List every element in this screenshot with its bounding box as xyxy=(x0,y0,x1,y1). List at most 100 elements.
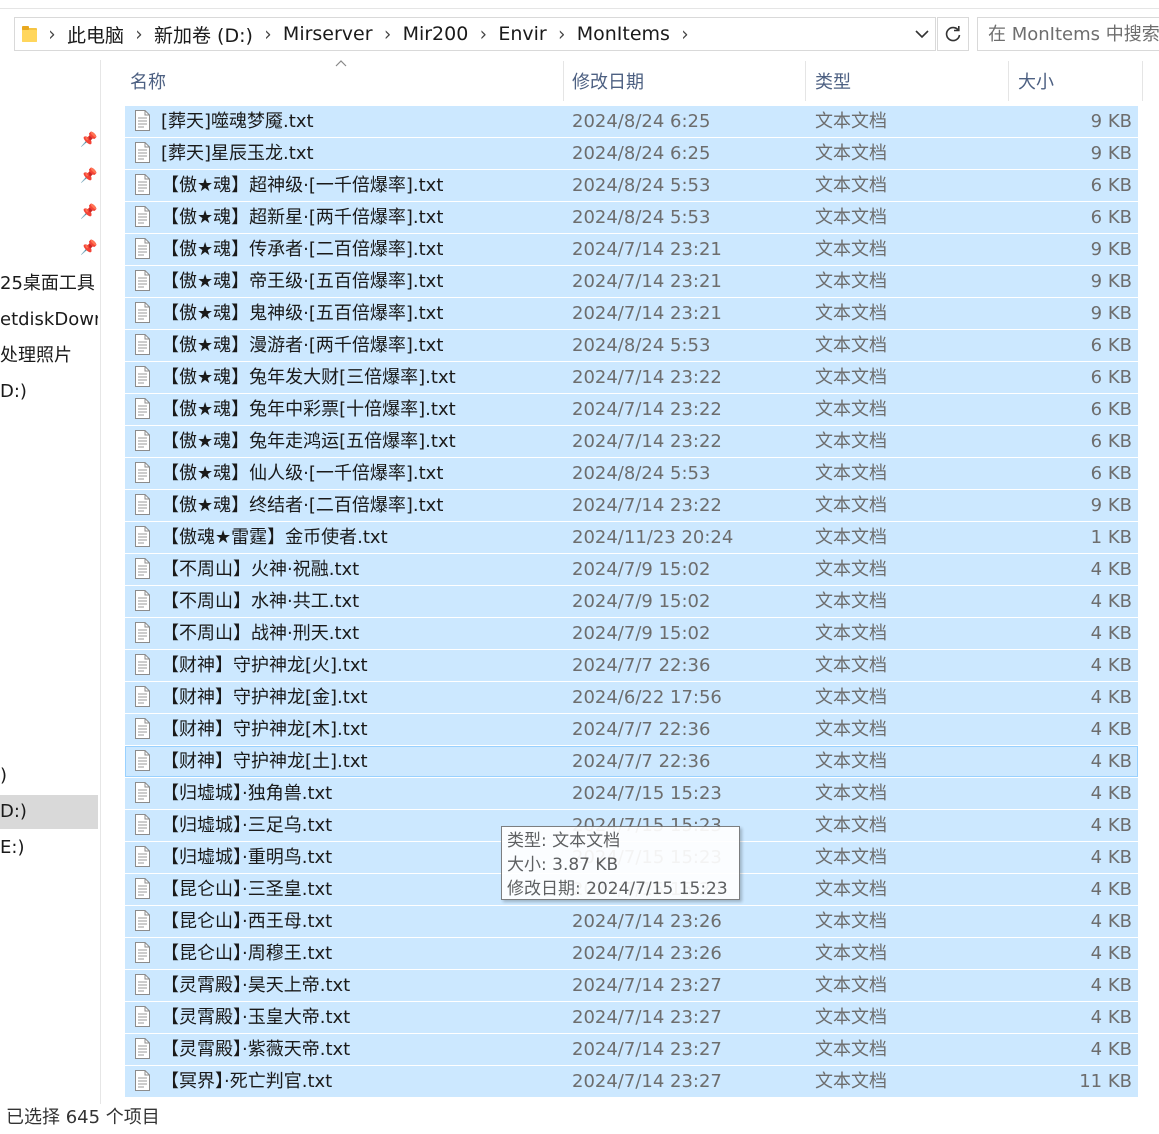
file-row[interactable]: 【傲★魂】兔年发大财[三倍爆率].txt 2024/7/14 23:22 文本文档 6… xyxy=(125,362,1138,393)
column-header-date[interactable]: 修改日期 xyxy=(572,61,802,101)
file-row[interactable]: 【财神】守护神龙[木].txt 2024/7/7 22:36 文本文档 4 KB xyxy=(125,714,1138,745)
file-row[interactable]: 【傲★魂】传承者·[二百倍爆率].txt 2024/7/14 23:21 文本文档 9… xyxy=(125,234,1138,265)
file-name: 【灵霄殿】·昊天上帝.txt xyxy=(161,975,351,996)
breadcrumb-envir[interactable]: Envir xyxy=(498,23,546,45)
file-row[interactable]: 【不周山】战神·刑天.txt 2024/7/9 15:02 文本文档 4 KB xyxy=(125,618,1138,649)
file-type: 文本文档 xyxy=(815,335,887,356)
column-divider[interactable] xyxy=(1142,61,1143,101)
text-file-icon xyxy=(135,654,150,675)
file-name: 【昆仑山】·周穆王.txt xyxy=(161,943,333,964)
file-row[interactable]: 【昆仑山】·周穆王.txt 2024/7/14 23:26 文本文档 4 KB xyxy=(125,938,1138,969)
file-size: 4 KB xyxy=(1090,559,1132,580)
chevron-right-icon[interactable]: › xyxy=(547,22,577,45)
file-size: 4 KB xyxy=(1090,719,1132,740)
file-info-tooltip: 类型: 文本文档 大小: 3.87 KB 修改日期: 2024/7/15 15:… xyxy=(501,826,740,900)
file-modified-date: 2024/7/9 15:02 xyxy=(572,623,711,644)
file-row[interactable]: 【财神】守护神龙[金].txt 2024/6/22 17:56 文本文档 4 KB xyxy=(125,682,1138,713)
text-file-icon xyxy=(135,334,150,355)
address-history-dropdown[interactable] xyxy=(911,18,933,50)
file-row[interactable]: 【傲★魂】超新星·[两千倍爆率].txt 2024/8/24 5:53 文本文档 6 … xyxy=(125,202,1138,233)
file-row[interactable]: 【傲★魂】超神级·[一千倍爆率].txt 2024/8/24 5:53 文本文档 6 … xyxy=(125,170,1138,201)
file-type: 文本文档 xyxy=(815,879,887,900)
file-row[interactable]: 【傲★魂】漫游者·[两千倍爆率].txt 2024/8/24 5:53 文本文档 6 … xyxy=(125,330,1138,361)
column-header-size[interactable]: 大小 xyxy=(1018,61,1138,101)
search-input[interactable] xyxy=(978,18,1159,50)
file-row[interactable]: 【傲★魂】终结者·[二百倍爆率].txt 2024/7/14 23:22 文本文档 9… xyxy=(125,490,1138,521)
file-modified-date: 2024/7/14 23:21 xyxy=(572,239,722,260)
file-row[interactable]: 【傲★魂】鬼神级·[五百倍爆率].txt 2024/7/14 23:21 文本文档 9… xyxy=(125,298,1138,329)
file-row[interactable]: 【傲★魂】仙人级·[一千倍爆率].txt 2024/8/24 5:53 文本文档 6 … xyxy=(125,458,1138,489)
file-modified-date: 2024/6/22 17:56 xyxy=(572,687,722,708)
file-row[interactable]: 【灵霄殿】·玉皇大帝.txt 2024/7/14 23:27 文本文档 4 KB xyxy=(125,1002,1138,1033)
file-name: 【财神】守护神龙[土].txt xyxy=(161,751,368,772)
text-file-icon xyxy=(135,622,150,643)
column-divider[interactable] xyxy=(1008,61,1009,101)
breadcrumb-mirserver[interactable]: Mirserver xyxy=(283,23,373,45)
file-list: [葬天]噬魂梦魇.txt 2024/8/24 6:25 文本文档 9 KB [葬天]星辰… xyxy=(125,106,1138,1098)
search-box[interactable] xyxy=(977,17,1159,51)
nav-item-photos[interactable]: 处理照片 xyxy=(0,339,98,373)
nav-item-desktop-tools[interactable]: 25桌面工具 xyxy=(0,267,98,301)
file-row[interactable]: 【财神】守护神龙[火].txt 2024/7/7 22:36 文本文档 4 KB xyxy=(125,650,1138,681)
nav-item-drive[interactable]: D:) xyxy=(0,375,98,409)
refresh-button[interactable] xyxy=(937,17,969,51)
file-row[interactable]: 【傲★魂】帝王级·[五百倍爆率].txt 2024/7/14 23:21 文本文档 9… xyxy=(125,266,1138,297)
chevron-right-icon[interactable]: › xyxy=(124,22,154,45)
file-type: 文本文档 xyxy=(815,303,887,324)
file-row[interactable]: [葬天]星辰玉龙.txt 2024/8/24 6:25 文本文档 9 KB xyxy=(125,138,1138,169)
file-row[interactable]: 【昆仑山】·西王母.txt 2024/7/14 23:26 文本文档 4 KB xyxy=(125,906,1138,937)
file-name: 【傲★魂】仙人级·[一千倍爆率].txt xyxy=(161,463,444,484)
chevron-right-icon[interactable]: › xyxy=(37,22,67,45)
column-divider[interactable] xyxy=(563,61,564,101)
column-divider[interactable] xyxy=(805,61,806,101)
nav-item-network[interactable]: ) xyxy=(0,759,98,793)
nav-item-netdisk-download[interactable]: etdiskDown xyxy=(0,303,98,337)
nav-item-drive-e[interactable]: E:) xyxy=(0,831,98,865)
file-row[interactable]: 【财神】守护神龙[土].txt 2024/7/7 22:36 文本文档 4 KB xyxy=(125,746,1138,777)
file-name: 【昆仑山】·西王母.txt xyxy=(161,911,333,932)
file-modified-date: 2024/7/14 23:26 xyxy=(572,943,722,964)
pin-icon[interactable]: 📌 xyxy=(80,168,97,184)
file-row[interactable]: 【傲魂★雷霆】金币使者.txt 2024/11/23 20:24 文本文档 1 KB xyxy=(125,522,1138,553)
pin-icon[interactable]: 📌 xyxy=(80,240,97,256)
file-row[interactable]: 【灵霄殿】·昊天上帝.txt 2024/7/14 23:27 文本文档 4 KB xyxy=(125,970,1138,1001)
file-size: 9 KB xyxy=(1090,143,1132,164)
breadcrumb-volume-d[interactable]: 新加卷 (D:) xyxy=(154,21,253,48)
file-size: 9 KB xyxy=(1090,303,1132,324)
file-row[interactable]: 【不周山】水神·共工.txt 2024/7/9 15:02 文本文档 4 KB xyxy=(125,586,1138,617)
file-name: 【傲★魂】兔年走鸿运[五倍爆率].txt xyxy=(161,431,456,452)
file-row[interactable]: 【傲★魂】兔年走鸿运[五倍爆率].txt 2024/7/14 23:22 文本文档 6… xyxy=(125,426,1138,457)
column-header-type[interactable]: 类型 xyxy=(815,61,1005,101)
breadcrumb-this-pc[interactable]: 此电脑 xyxy=(67,21,124,48)
file-modified-date: 2024/7/14 23:21 xyxy=(572,271,722,292)
file-row[interactable]: 【不周山】火神·祝融.txt 2024/7/9 15:02 文本文档 4 KB xyxy=(125,554,1138,585)
nav-item-drive-d-selected[interactable]: D:) xyxy=(0,795,98,829)
chevron-right-icon[interactable]: › xyxy=(670,22,700,45)
file-row[interactable]: 【灵霄殿】·紫薇天帝.txt 2024/7/14 23:27 文本文档 4 KB xyxy=(125,1034,1138,1065)
file-row[interactable]: 【傲★魂】兔年中彩票[十倍爆率].txt 2024/7/14 23:22 文本文档 6… xyxy=(125,394,1138,425)
file-type: 文本文档 xyxy=(815,623,887,644)
breadcrumb-mir200[interactable]: Mir200 xyxy=(403,23,469,45)
address-bar[interactable]: › 此电脑 › 新加卷 (D:) › Mirserver › Mir200 › … xyxy=(14,17,936,51)
file-type: 文本文档 xyxy=(815,783,887,804)
file-row[interactable]: 【冥界】·死亡判官.txt 2024/7/14 23:27 文本文档 11 KB xyxy=(125,1066,1138,1097)
text-file-icon xyxy=(135,238,150,259)
text-file-icon xyxy=(135,142,150,163)
file-modified-date: 2024/7/14 23:27 xyxy=(572,975,722,996)
file-modified-date: 2024/7/7 22:36 xyxy=(572,655,711,676)
pin-icon[interactable]: 📌 xyxy=(80,204,97,220)
file-size: 4 KB xyxy=(1090,687,1132,708)
pane-divider[interactable] xyxy=(100,60,101,1104)
column-header-name[interactable]: 名称 xyxy=(130,61,560,101)
text-file-icon xyxy=(135,910,150,931)
file-modified-date: 2024/7/14 23:22 xyxy=(572,399,722,420)
chevron-right-icon[interactable]: › xyxy=(373,22,403,45)
file-row[interactable]: 【归墟城】·独角兽.txt 2024/7/15 15:23 文本文档 4 KB xyxy=(125,778,1138,809)
file-size: 4 KB xyxy=(1090,783,1132,804)
file-row[interactable]: [葬天]噬魂梦魇.txt 2024/8/24 6:25 文本文档 9 KB xyxy=(125,106,1138,137)
file-name: 【灵霄殿】·玉皇大帝.txt xyxy=(161,1007,351,1028)
chevron-right-icon[interactable]: › xyxy=(468,22,498,45)
chevron-right-icon[interactable]: › xyxy=(253,22,283,45)
pin-icon[interactable]: 📌 xyxy=(80,132,97,148)
breadcrumb-monitems[interactable]: MonItems xyxy=(577,23,670,45)
